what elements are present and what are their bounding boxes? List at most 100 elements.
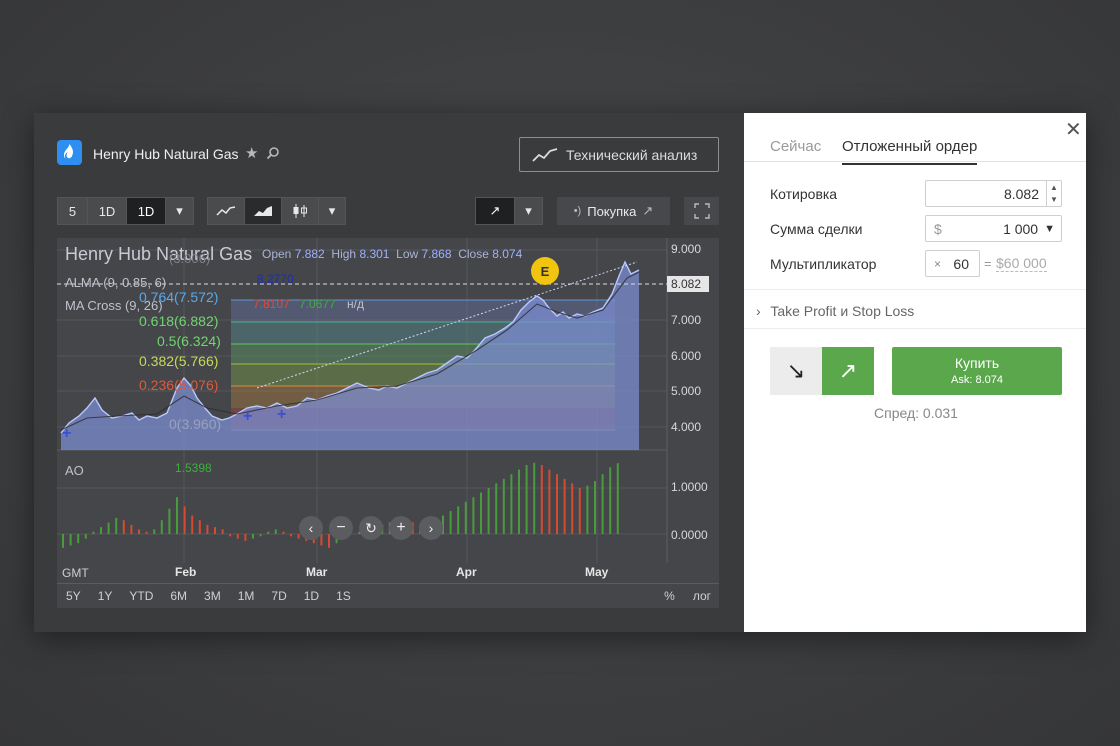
period-1d[interactable]: 1D bbox=[87, 197, 127, 225]
amount-label: Сумма сделки bbox=[770, 221, 863, 237]
x-tick: Feb bbox=[175, 565, 197, 579]
period-1m[interactable]: 1M bbox=[238, 589, 255, 603]
interval-1d[interactable]: 1D bbox=[126, 197, 166, 225]
y-tick: 6.000 bbox=[671, 349, 702, 363]
chevron-down-icon: ▼ bbox=[1044, 222, 1055, 235]
ao-indicator-label[interactable]: AO bbox=[65, 463, 84, 478]
event-badge[interactable]: E bbox=[531, 257, 559, 285]
buy-quick-button[interactable]: •) Покупка ↗ bbox=[557, 197, 670, 225]
arrow-up-right-icon: ↗ bbox=[838, 358, 858, 383]
chart-panel: Henry Hub Natural Gas ★ Технический анал… bbox=[34, 113, 744, 632]
x-tick: Apr bbox=[456, 565, 477, 579]
interval-dropdown[interactable]: ▾ bbox=[165, 197, 194, 225]
fullscreen-button[interactable] bbox=[684, 197, 719, 225]
buy-button[interactable]: Купить Ask: 8.074 bbox=[892, 347, 1062, 395]
reset-icon[interactable]: ↻ bbox=[359, 516, 383, 540]
zoom-in-icon[interactable]: + bbox=[389, 516, 413, 540]
star-icon[interactable]: ★ bbox=[245, 144, 258, 162]
period-6m[interactable]: 6M bbox=[170, 589, 187, 603]
y-tick: 4.000 bbox=[671, 420, 702, 434]
scroll-left-icon[interactable]: ‹ bbox=[299, 516, 323, 540]
alma-indicator-label[interactable]: ALMA (9, 0.85, 6) bbox=[65, 275, 166, 290]
area-chart-button[interactable] bbox=[244, 197, 282, 225]
trend-line-icon bbox=[532, 147, 558, 162]
ma-cross-value-3: н/д bbox=[347, 297, 364, 311]
x-tick: Mar bbox=[306, 565, 328, 579]
chevron-down-icon: ▾ bbox=[328, 203, 336, 218]
cross-marker: + bbox=[62, 425, 71, 442]
take-profit-label: Take Profit и Stop Loss bbox=[770, 303, 915, 319]
price-chart[interactable]: + + + Henry Hub Natural Gas Open 7.882 H… bbox=[57, 238, 719, 608]
search-icon[interactable] bbox=[266, 146, 280, 163]
x-tick: GMT bbox=[62, 566, 89, 580]
period-5y[interactable]: 5Y bbox=[66, 589, 81, 603]
period-3m[interactable]: 3M bbox=[204, 589, 221, 603]
period-7d[interactable]: 7D bbox=[271, 589, 286, 603]
zoom-out-icon[interactable]: − bbox=[329, 516, 353, 540]
series-name: Henry Hub Natural Gas bbox=[65, 244, 253, 264]
take-profit-toggle[interactable]: › Take Profit и Stop Loss bbox=[756, 303, 914, 319]
amount-select[interactable]: $ 1 000 ▼ bbox=[925, 215, 1062, 242]
multiply-sign: × bbox=[934, 256, 942, 271]
multiplier-result: $60 000 bbox=[996, 255, 1047, 272]
line-chart-icon bbox=[216, 206, 236, 216]
equals-sign: = bbox=[984, 256, 992, 271]
buy-quick-label: Покупка bbox=[587, 203, 637, 219]
chevron-down-icon: ▾ bbox=[176, 203, 183, 218]
cross-marker: + bbox=[277, 406, 286, 423]
sell-direction-button[interactable]: ↘ bbox=[770, 347, 822, 395]
buy-label: Купить bbox=[954, 355, 1000, 371]
quote-value: 8.082 bbox=[1003, 185, 1039, 202]
chart-type-dropdown[interactable]: ▾ bbox=[318, 197, 346, 225]
percent-scale-toggle[interactable]: % bbox=[664, 589, 675, 603]
log-scale-toggle[interactable]: лог bbox=[693, 589, 711, 603]
draw-arrow-button[interactable]: ↗ bbox=[475, 197, 515, 225]
zoom-controls: ‹ − ↻ + › bbox=[299, 516, 443, 540]
technical-analysis-button[interactable]: Технический анализ bbox=[519, 137, 719, 172]
stepper[interactable]: ▲ ▼ bbox=[1046, 181, 1061, 206]
divider bbox=[744, 328, 1086, 329]
ao-y-tick: 0.0000 bbox=[671, 528, 708, 542]
period-1s[interactable]: 1S bbox=[336, 589, 351, 603]
amount-value: 1 000 bbox=[1003, 220, 1039, 237]
quote-input[interactable]: 8.082 ▲ ▼ bbox=[925, 180, 1062, 207]
period-1y[interactable]: 1Y bbox=[98, 589, 113, 603]
fib-label: 0.382(5.766) bbox=[139, 353, 219, 369]
ao-y-tick: 1.0000 bbox=[671, 480, 708, 494]
draw-tools-dropdown[interactable]: ▾ bbox=[514, 197, 543, 225]
currency-symbol: $ bbox=[934, 220, 942, 237]
stepper-up-icon[interactable]: ▲ bbox=[1050, 183, 1058, 192]
y-tick: 5.000 bbox=[671, 384, 702, 398]
technical-analysis-label: Технический анализ bbox=[566, 146, 698, 163]
scroll-right-icon[interactable]: › bbox=[419, 516, 443, 540]
candlestick-icon bbox=[293, 204, 307, 218]
multiplier-input[interactable]: × 60 bbox=[925, 250, 980, 277]
arrow-up-right-icon: ↗ bbox=[489, 203, 501, 218]
chevron-right-icon: › bbox=[756, 303, 761, 319]
ask-price: Ask: 8.074 bbox=[951, 374, 1003, 386]
gas-flame-icon bbox=[57, 140, 82, 165]
candles-chart-button[interactable] bbox=[281, 197, 319, 225]
spread-text: Спред: 0.031 bbox=[874, 405, 958, 421]
tab-now[interactable]: Сейчас bbox=[770, 138, 821, 155]
buy-direction-button[interactable]: ↗ bbox=[822, 347, 874, 395]
divider bbox=[744, 289, 1086, 290]
y-tick: 9.000 bbox=[671, 242, 702, 256]
instrument-title: Henry Hub Natural Gas bbox=[93, 146, 239, 162]
ao-value: 1.5398 bbox=[175, 461, 212, 475]
line-chart-button[interactable] bbox=[207, 197, 245, 225]
ohlc-readout: Open 7.882 High 8.301 Low 7.868 Close 8.… bbox=[262, 247, 523, 261]
period-1d[interactable]: 1D bbox=[304, 589, 319, 603]
period-ytd[interactable]: YTD bbox=[129, 589, 153, 603]
period-5[interactable]: 5 bbox=[57, 197, 88, 225]
fib-label: 0.618(6.882) bbox=[139, 313, 219, 329]
arrow-up-right-icon: ↗ bbox=[642, 203, 654, 218]
multiplier-label: Мультипликатор bbox=[770, 256, 877, 272]
quote-label: Котировка bbox=[770, 186, 838, 202]
chevron-down-icon: ▾ bbox=[525, 203, 532, 218]
fib-label: 0.236(5.076) bbox=[139, 377, 219, 393]
fib-label: 0.764(7.572) bbox=[139, 289, 219, 305]
close-icon[interactable]: ✕ bbox=[1065, 117, 1082, 142]
stepper-down-icon[interactable]: ▼ bbox=[1050, 195, 1058, 204]
area-chart-icon bbox=[254, 206, 272, 216]
